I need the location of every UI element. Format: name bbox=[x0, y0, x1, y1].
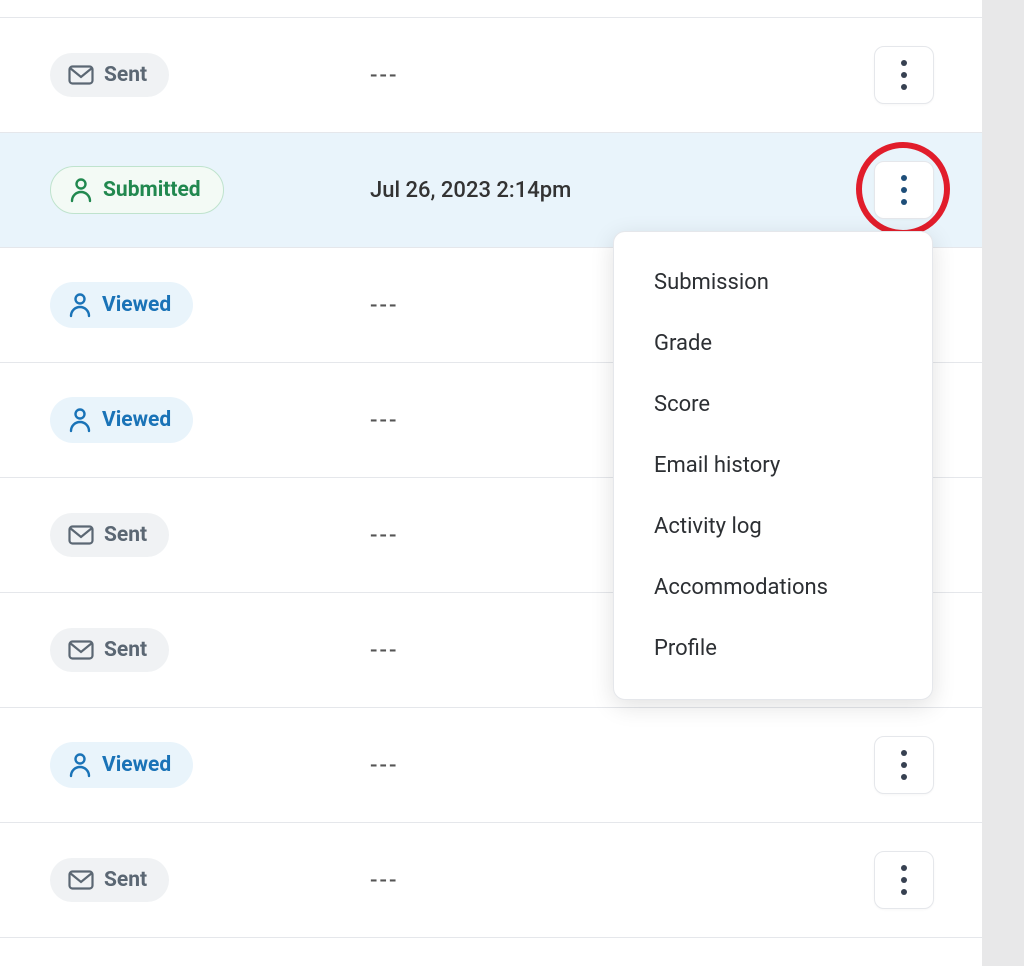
status-label: Sent bbox=[104, 868, 147, 892]
date-cell: --- bbox=[370, 868, 398, 893]
person-icon bbox=[68, 292, 92, 318]
date-cell: --- bbox=[370, 408, 398, 433]
menu-item-grade[interactable]: Grade bbox=[614, 313, 932, 374]
kebab-icon bbox=[901, 750, 907, 780]
kebab-icon bbox=[901, 175, 907, 205]
table-row bbox=[0, 0, 982, 17]
status-label: Sent bbox=[104, 638, 147, 662]
kebab-icon bbox=[901, 865, 907, 895]
menu-item-activity-log[interactable]: Activity log bbox=[614, 496, 932, 557]
person-icon bbox=[68, 407, 92, 433]
table-row: Submitted Jul 26, 2023 2:14pm bbox=[0, 132, 982, 247]
person-icon bbox=[69, 177, 93, 203]
status-label: Viewed bbox=[102, 753, 171, 777]
status-badge-submitted: Submitted bbox=[50, 166, 224, 214]
date-cell: --- bbox=[370, 293, 398, 318]
menu-item-accommodations[interactable]: Accommodations bbox=[614, 557, 932, 618]
row-actions-button[interactable] bbox=[874, 851, 934, 909]
mail-icon bbox=[68, 525, 94, 545]
date-cell: --- bbox=[370, 63, 398, 88]
menu-item-email-history[interactable]: Email history bbox=[614, 435, 932, 496]
table-row: Sent --- bbox=[0, 17, 982, 132]
person-icon bbox=[68, 752, 92, 778]
date-cell: --- bbox=[370, 523, 398, 548]
mail-icon bbox=[68, 640, 94, 660]
date-cell: Jul 26, 2023 2:14pm bbox=[370, 178, 571, 203]
status-label: Viewed bbox=[102, 408, 171, 432]
mail-icon bbox=[68, 65, 94, 85]
status-badge-sent: Sent bbox=[50, 628, 169, 672]
row-actions-menu: Submission Grade Score Email history Act… bbox=[613, 231, 933, 700]
menu-item-score[interactable]: Score bbox=[614, 374, 932, 435]
status-label: Submitted bbox=[103, 178, 201, 202]
date-cell: --- bbox=[370, 753, 398, 778]
menu-item-submission[interactable]: Submission bbox=[614, 252, 932, 313]
status-badge-sent: Sent bbox=[50, 53, 169, 97]
status-badge-viewed: Viewed bbox=[50, 397, 193, 443]
row-actions-button[interactable] bbox=[874, 736, 934, 794]
kebab-icon bbox=[901, 60, 907, 90]
row-actions-button[interactable] bbox=[874, 46, 934, 104]
table-row bbox=[0, 937, 982, 957]
status-label: Viewed bbox=[102, 293, 171, 317]
status-label: Sent bbox=[104, 63, 147, 87]
status-badge-viewed: Viewed bbox=[50, 282, 193, 328]
status-label: Sent bbox=[104, 523, 147, 547]
submissions-list: Sent --- Submitted Jul 26, 2023 2:14pm bbox=[0, 0, 982, 966]
table-row: Sent --- bbox=[0, 822, 982, 937]
row-actions-button[interactable] bbox=[874, 161, 934, 219]
table-row: Viewed --- bbox=[0, 707, 982, 822]
menu-item-profile[interactable]: Profile bbox=[614, 618, 932, 679]
date-cell: --- bbox=[370, 638, 398, 663]
status-badge-viewed: Viewed bbox=[50, 742, 193, 788]
status-badge-sent: Sent bbox=[50, 513, 169, 557]
status-badge-sent: Sent bbox=[50, 858, 169, 902]
mail-icon bbox=[68, 870, 94, 890]
